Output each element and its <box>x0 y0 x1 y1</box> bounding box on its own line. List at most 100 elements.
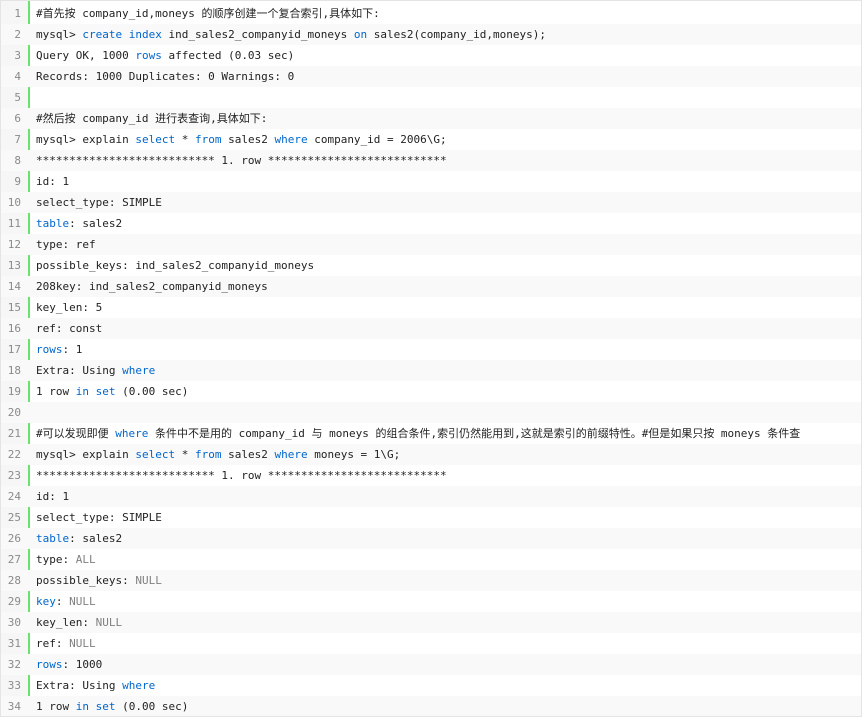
code-line: 33 Extra: Using where <box>1 675 861 696</box>
line-number: 9 <box>14 175 21 188</box>
keyword-token: select <box>135 448 176 461</box>
code-token: : 1000 <box>62 658 103 671</box>
code-token: type: ref <box>36 238 96 251</box>
line-number: 23 <box>7 469 21 482</box>
code-text: 208key: ind_sales2_companyid_moneys <box>36 276 268 297</box>
code-line: 28 possible_keys: NULL <box>1 570 861 591</box>
code-text: Extra: Using where <box>36 675 155 696</box>
code-text: table: sales2 <box>36 528 122 549</box>
null-token: NULL <box>135 574 162 587</box>
code-token: key_len: 5 <box>36 301 103 314</box>
code-token: #可以发现即便 <box>36 427 116 440</box>
code-text: *************************** 1. row *****… <box>36 465 447 486</box>
keyword-token: set <box>95 700 116 713</box>
null-token: NULL <box>95 616 123 629</box>
code-token: : sales2 <box>69 217 123 230</box>
line-number: 31 <box>7 637 21 650</box>
keyword-token: where <box>274 133 308 146</box>
code-token: possible_keys: ind_sales2_companyid_mone… <box>36 259 315 272</box>
code-text: mysql> create index ind_sales2_companyid… <box>36 24 546 45</box>
line-number: 30 <box>7 616 21 629</box>
code-line: 18 Extra: Using where <box>1 360 861 381</box>
line-number: 24 <box>7 490 21 503</box>
code-token: 1 row <box>36 385 76 398</box>
null-token: NULL <box>69 595 96 608</box>
code-token: ind_sales2_companyid_moneys <box>161 28 354 41</box>
code-line: 26 table: sales2 <box>1 528 861 549</box>
code-text: id: 1 <box>36 486 69 507</box>
code-text: rows: 1 <box>36 339 82 360</box>
null-token: ALL <box>75 553 96 566</box>
keyword-token: create index <box>82 28 162 41</box>
line-number: 20 <box>7 406 21 419</box>
line-number: 4 <box>14 70 21 83</box>
code-line: 31 ref: NULL <box>1 633 861 654</box>
code-token: id: 1 <box>36 490 70 503</box>
code-token: *************************** 1. row *****… <box>36 154 447 167</box>
code-line: 12 type: ref <box>1 234 861 255</box>
line-number: 22 <box>7 448 21 461</box>
code-text: mysql> explain select * from sales2 wher… <box>36 444 400 465</box>
code-block: 1 #首先按 company_id,moneys 的顺序创建一个复合索引,具体如下… <box>0 0 862 717</box>
code-text: ref: const <box>36 318 102 339</box>
code-text: Query OK, 1000 rows affected (0.03 sec) <box>36 45 294 66</box>
line-number: 10 <box>7 196 21 209</box>
code-token: moneys = 1\G; <box>307 448 401 461</box>
line-number: 7 <box>14 133 21 146</box>
line-number: 13 <box>7 259 21 272</box>
code-line: 6 #然后按 company_id 进行表查询,具体如下: <box>1 108 861 129</box>
code-token: Query OK, 1000 <box>36 49 136 62</box>
code-text: #首先按 company_id,moneys 的顺序创建一个复合索引,具体如下: <box>36 3 380 24</box>
code-text: type: ref <box>36 234 96 255</box>
code-text: #然后按 company_id 进行表查询,具体如下: <box>36 108 267 129</box>
code-line: 32 rows: 1000 <box>1 654 861 675</box>
code-line: 10 select_type: SIMPLE <box>1 192 861 213</box>
code-text: 1 row in set (0.00 sec) <box>36 696 189 716</box>
code-token: select_type: SIMPLE <box>36 196 162 209</box>
code-token: 条件中不是用的 company_id 与 moneys 的组合条件,索引仍然能用… <box>148 427 801 440</box>
code-token: Extra: Using <box>36 364 123 377</box>
line-number: 11 <box>7 217 21 230</box>
line-number: 33 <box>7 679 21 692</box>
line-number: 14 <box>7 280 21 293</box>
code-line: 3 Query OK, 1000 rows affected (0.03 sec) <box>1 45 861 66</box>
keyword-token: set <box>95 385 116 398</box>
keyword-token: in <box>75 385 89 398</box>
keyword-token: in <box>75 700 89 713</box>
code-token: *************************** 1. row *****… <box>36 469 447 482</box>
keyword-token: where <box>274 448 308 461</box>
code-token: ref: <box>36 637 70 650</box>
line-number: 29 <box>7 595 21 608</box>
keyword-token: table <box>36 532 70 545</box>
code-line: 21 #可以发现即便 where 条件中不是用的 company_id 与 mon… <box>1 423 861 444</box>
line-number: 15 <box>7 301 21 314</box>
code-text: key: NULL <box>36 591 96 612</box>
code-token: : 1 <box>62 343 83 356</box>
keyword-token: from <box>194 133 222 146</box>
code-text: mysql> explain select * from sales2 wher… <box>36 129 447 150</box>
code-line: 16 ref: const <box>1 318 861 339</box>
code-text: possible_keys: NULL <box>36 570 162 591</box>
keyword-token: from <box>194 448 222 461</box>
code-line: 14 208key: ind_sales2_companyid_moneys <box>1 276 861 297</box>
code-text: rows: 1000 <box>36 654 102 675</box>
code-line: 25 select_type: SIMPLE <box>1 507 861 528</box>
code-line: 2 mysql> create index ind_sales2_companyi… <box>1 24 861 45</box>
keyword-token: where <box>122 364 156 377</box>
code-token: type: <box>36 553 76 566</box>
code-line: 34 1 row in set (0.00 sec) <box>1 696 861 716</box>
code-text: table: sales2 <box>36 213 122 234</box>
code-text: type: ALL <box>36 549 96 570</box>
code-token: affected (0.03 sec) <box>161 49 295 62</box>
keyword-token: on <box>353 28 368 41</box>
code-token: (0.00 sec) <box>115 700 189 713</box>
code-token: sales2(company_id,moneys); <box>367 28 546 41</box>
code-line: 9 id: 1 <box>1 171 861 192</box>
code-token: ref: const <box>36 322 103 335</box>
code-token: select_type: SIMPLE <box>36 511 162 524</box>
keyword-token: rows <box>135 49 162 62</box>
code-token: sales2 <box>221 133 275 146</box>
line-number: 5 <box>14 91 21 104</box>
code-token: (0.00 sec) <box>115 385 189 398</box>
